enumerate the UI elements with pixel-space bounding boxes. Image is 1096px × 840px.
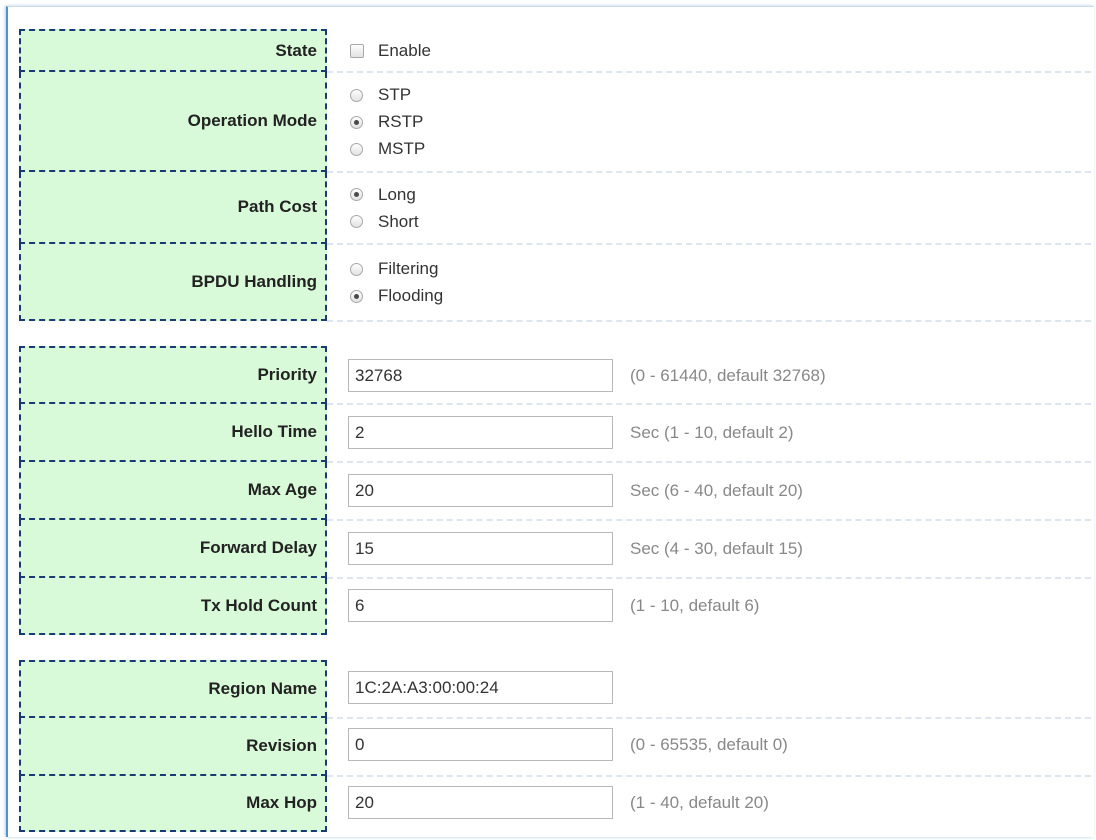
forward-delay-hint: Sec (4 - 30, default 15) xyxy=(630,539,803,558)
priority-input[interactable]: 32768 xyxy=(348,359,613,392)
operation-mode-option-text: MSTP xyxy=(378,139,426,158)
max-age-label: Max Age xyxy=(19,462,327,520)
region-name-row: Region Name 1C:2A:A3:00:00:24 xyxy=(19,660,1091,719)
max-age-input[interactable]: 20 xyxy=(348,474,613,507)
state-enable-checkbox[interactable] xyxy=(350,43,364,58)
operation-mode-radio-rstp[interactable] xyxy=(350,115,363,129)
bpdu-handling-row: BPDU Handling Filtering Flooding xyxy=(19,244,1091,322)
revision-hint: (0 - 65535, default 0) xyxy=(630,735,788,754)
forward-delay-label: Forward Delay xyxy=(19,520,327,578)
operation-mode-row: Operation Mode STP RSTP MSTP xyxy=(19,72,1091,173)
max-hop-hint: (1 - 40, default 20) xyxy=(630,793,769,812)
forward-delay-row: Forward Delay 15 Sec (4 - 30, default 15… xyxy=(19,520,1091,579)
priority-hint: (0 - 61440, default 32768) xyxy=(630,366,826,385)
path-cost-option-long[interactable]: Long xyxy=(350,181,419,208)
bpdu-handling-option-text: Filtering xyxy=(378,259,439,278)
bpdu-handling-label: BPDU Handling xyxy=(19,244,327,321)
operation-mode-option-rstp[interactable]: RSTP xyxy=(350,109,425,136)
max-age-hint: Sec (6 - 40, default 20) xyxy=(630,481,803,500)
path-cost-label: Path Cost xyxy=(19,172,327,244)
operation-mode-label: Operation Mode xyxy=(19,72,327,172)
path-cost-option-text: Long xyxy=(378,184,416,204)
operation-mode-option-stp[interactable]: STP xyxy=(350,82,425,109)
revision-input[interactable]: 0 xyxy=(348,728,613,761)
operation-mode-option-text: STP xyxy=(378,85,412,104)
bpdu-handling-option-filtering[interactable]: Filtering xyxy=(350,256,443,283)
hello-time-hint: Sec (1 - 10, default 2) xyxy=(630,423,794,442)
bpdu-handling-option-flooding[interactable]: Flooding xyxy=(350,283,443,310)
max-hop-input[interactable]: 20 xyxy=(348,786,613,819)
state-enable-text: Enable xyxy=(378,40,431,60)
forward-delay-input[interactable]: 15 xyxy=(348,532,613,565)
path-cost-option-text: Short xyxy=(378,211,419,231)
hello-time-label: Hello Time xyxy=(19,404,327,462)
max-age-row: Max Age 20 Sec (6 - 40, default 20) xyxy=(19,462,1091,521)
operation-mode-option-text: RSTP xyxy=(378,112,424,131)
operation-mode-radio-stp[interactable] xyxy=(350,88,363,102)
region-name-label: Region Name xyxy=(19,660,327,718)
revision-row: Revision 0 (0 - 65535, default 0) xyxy=(19,718,1091,777)
operation-mode-option-mstp[interactable]: MSTP xyxy=(350,136,425,163)
hello-time-input[interactable]: 2 xyxy=(348,416,613,449)
max-hop-row: Max Hop 20 (1 - 40, default 20) xyxy=(19,776,1091,832)
region-name-input[interactable]: 1C:2A:A3:00:00:24 xyxy=(348,671,613,704)
hello-time-row: Hello Time 2 Sec (1 - 10, default 2) xyxy=(19,404,1091,463)
tx-hold-count-row: Tx Hold Count 6 (1 - 10, default 6) xyxy=(19,578,1091,635)
tx-hold-count-input[interactable]: 6 xyxy=(348,589,613,622)
operation-mode-radio-mstp[interactable] xyxy=(350,142,363,156)
max-hop-label: Max Hop xyxy=(19,776,327,832)
state-row: State Enable xyxy=(19,29,1091,73)
bpdu-handling-option-text: Flooding xyxy=(378,286,444,305)
path-cost-radio-long[interactable] xyxy=(350,188,363,201)
tx-hold-count-hint: (1 - 10, default 6) xyxy=(630,596,760,615)
state-enable-option[interactable]: Enable xyxy=(350,37,431,64)
path-cost-radio-short[interactable] xyxy=(350,215,363,228)
path-cost-row: Path Cost Long Short xyxy=(19,172,1091,245)
state-label: State xyxy=(19,29,327,72)
bpdu-handling-radio-filtering[interactable] xyxy=(350,262,363,276)
priority-row: Priority 32768 (0 - 61440, default 32768… xyxy=(19,346,1091,405)
priority-label: Priority xyxy=(19,346,327,404)
bpdu-handling-radio-flooding[interactable] xyxy=(350,289,363,303)
revision-label: Revision xyxy=(19,718,327,776)
path-cost-option-short[interactable]: Short xyxy=(350,208,419,235)
tx-hold-count-label: Tx Hold Count xyxy=(19,578,327,635)
